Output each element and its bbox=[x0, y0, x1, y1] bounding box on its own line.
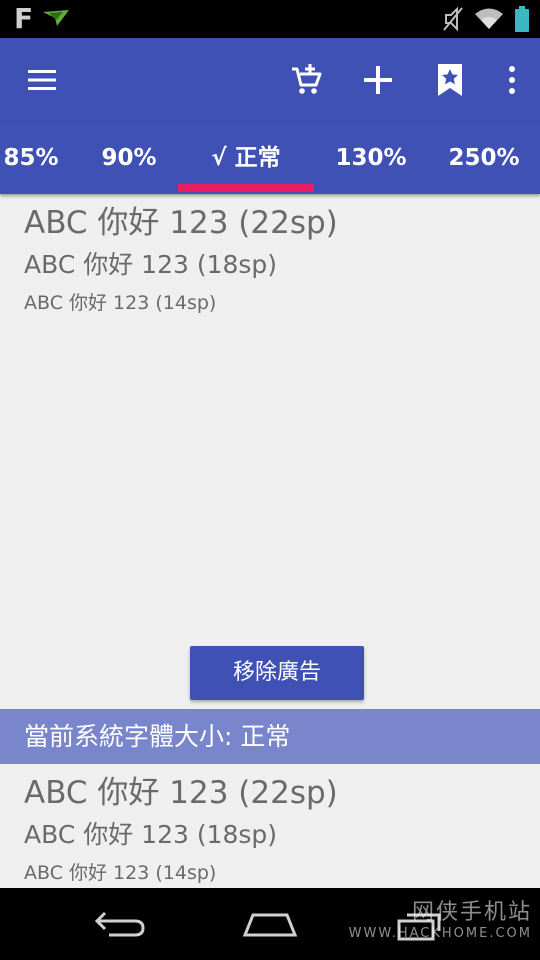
mute-icon bbox=[442, 6, 464, 36]
current-system-font-size: 當前系統字體大小: 正常 bbox=[0, 709, 540, 764]
add-icon[interactable] bbox=[358, 60, 398, 100]
bookmark-star-icon[interactable] bbox=[430, 60, 470, 100]
back-icon[interactable] bbox=[80, 900, 160, 948]
tab-250[interactable]: 250% bbox=[438, 122, 530, 194]
sample-text-18sp: ABC 你好 123 (18sp) bbox=[24, 250, 278, 279]
bird-notification-icon bbox=[41, 6, 71, 32]
home-icon[interactable] bbox=[230, 900, 310, 948]
sample-text-14sp-current: ABC 你好 123 (14sp) bbox=[24, 862, 217, 884]
selected-tab-indicator bbox=[178, 184, 314, 192]
tab-85[interactable]: 85% bbox=[0, 122, 62, 194]
watermark-url: WWW.HACKHOME.COM bbox=[348, 926, 532, 941]
system-nav-bar: 网侠手机站 WWW.HACKHOME.COM bbox=[0, 888, 540, 960]
sample-text-18sp-current: ABC 你好 123 (18sp) bbox=[24, 820, 278, 849]
wifi-icon bbox=[474, 7, 504, 35]
more-vert-icon[interactable] bbox=[492, 60, 532, 100]
remove-ads-button[interactable]: 移除廣告 bbox=[190, 646, 364, 700]
watermark-text: 网侠手机站 bbox=[411, 900, 532, 925]
sample-text-14sp: ABC 你好 123 (14sp) bbox=[24, 292, 217, 314]
sample-text-22sp: ABC 你好 123 (22sp) bbox=[24, 205, 338, 241]
cart-add-icon[interactable] bbox=[286, 60, 326, 100]
tab-90[interactable]: 90% bbox=[90, 122, 168, 194]
menu-icon[interactable] bbox=[22, 60, 62, 100]
watermark: 网侠手机站 WWW.HACKHOME.COM bbox=[349, 894, 532, 941]
status-bar: F bbox=[0, 0, 540, 38]
sample-text-22sp-current: ABC 你好 123 (22sp) bbox=[24, 775, 338, 811]
app-toolbar bbox=[0, 38, 540, 122]
battery-icon bbox=[514, 6, 530, 36]
app-notification-icon: F bbox=[14, 2, 34, 35]
tab-130[interactable]: 130% bbox=[326, 122, 416, 194]
